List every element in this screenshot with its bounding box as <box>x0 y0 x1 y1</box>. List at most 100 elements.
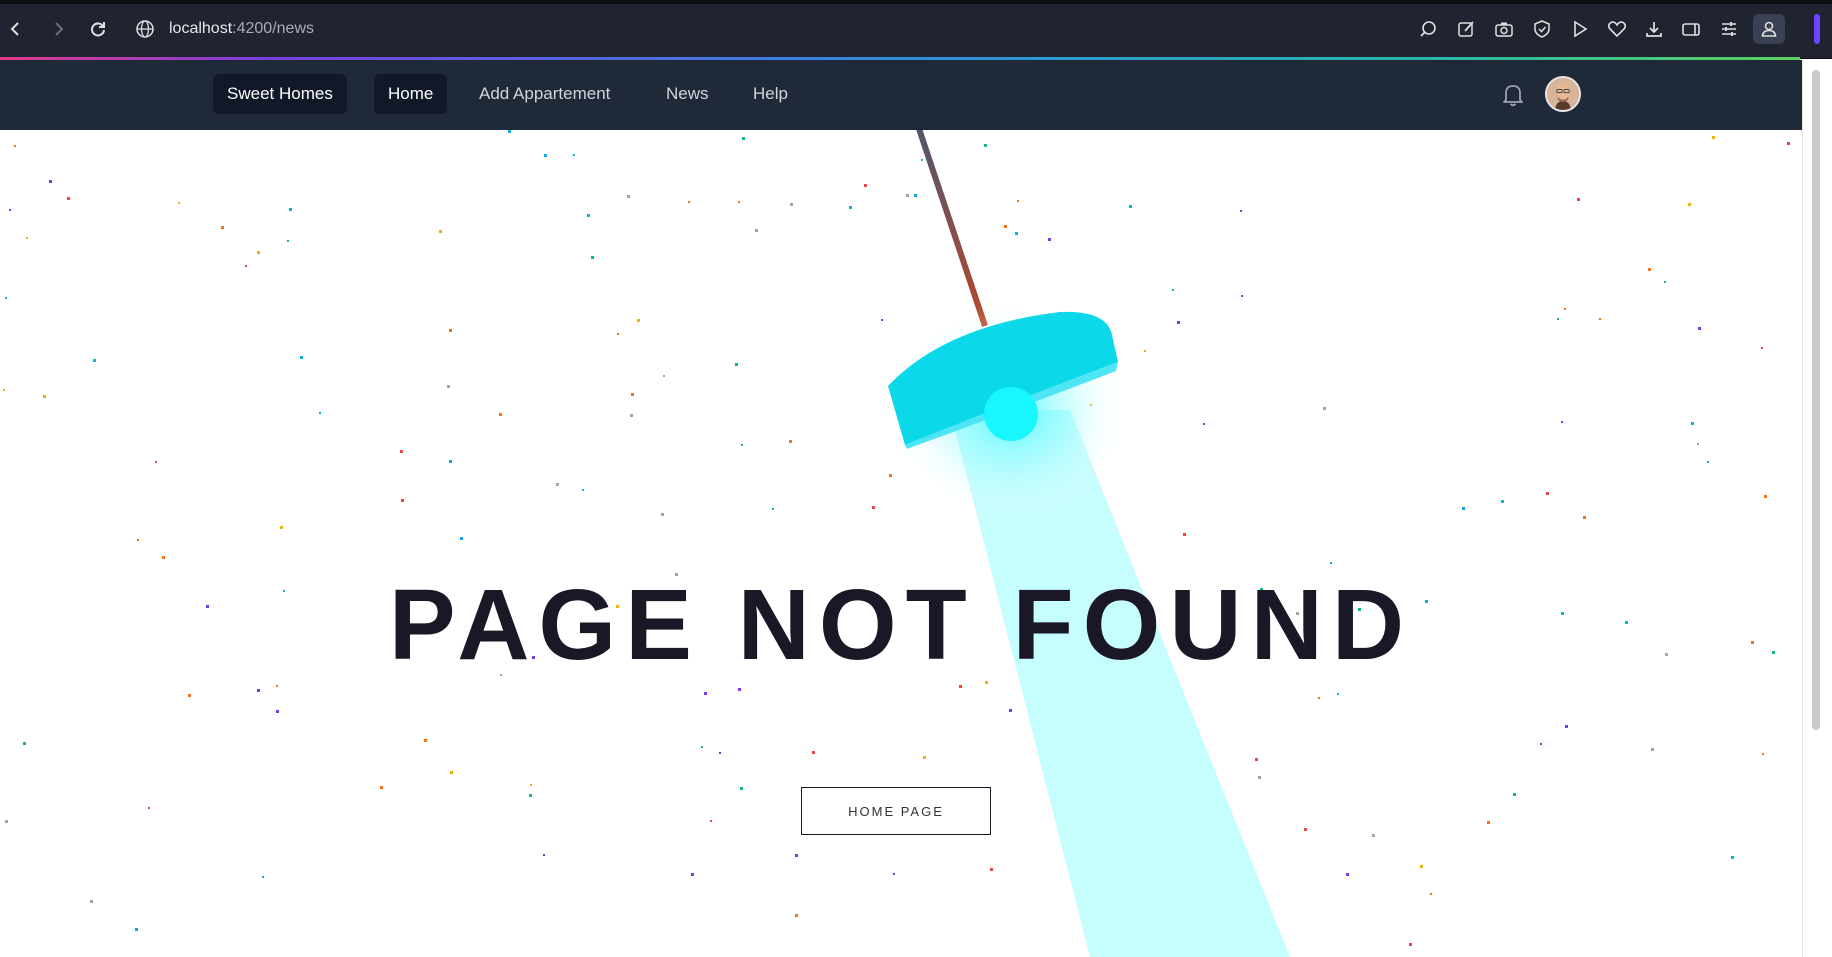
star-dot <box>1712 136 1715 139</box>
star-dot <box>627 195 630 198</box>
star-dot <box>812 751 815 754</box>
star-dot <box>691 873 694 876</box>
star-dot <box>188 694 191 697</box>
star-dot <box>556 483 559 486</box>
star-dot <box>587 214 590 217</box>
nav-link-news[interactable]: News <box>652 74 723 114</box>
star-dot <box>990 868 993 871</box>
star-dot <box>221 226 224 229</box>
scrollbar-thumb[interactable] <box>1812 70 1820 730</box>
page-not-found-heading: PAGE NOT FOUND <box>388 569 1414 681</box>
lamp-bulb <box>984 387 1038 441</box>
star-dot <box>137 539 139 541</box>
star-dot <box>1172 289 1174 291</box>
star-dot <box>67 197 70 200</box>
star-dot <box>719 752 721 754</box>
star-dot <box>450 771 453 774</box>
star-dot <box>1651 748 1654 751</box>
star-dot <box>1546 492 1549 495</box>
nav-link-add-appartement[interactable]: Add Appartement <box>465 74 624 114</box>
avatar[interactable] <box>1545 76 1581 112</box>
brand-link[interactable]: Sweet Homes <box>213 74 347 114</box>
star-dot <box>849 206 852 209</box>
star-dot <box>738 688 741 691</box>
star-dot <box>543 854 545 856</box>
star-dot <box>1691 422 1694 425</box>
star-dot <box>155 461 157 463</box>
back-button[interactable] <box>0 14 30 44</box>
star-dot <box>663 375 665 377</box>
star-dot <box>742 137 745 140</box>
star-dot <box>460 537 463 540</box>
star-dot <box>1323 407 1326 410</box>
shield-icon[interactable] <box>1528 15 1556 43</box>
star-dot <box>257 689 260 692</box>
star-dot <box>508 130 511 133</box>
star-dot <box>591 256 594 259</box>
star-dot <box>1707 461 1709 463</box>
star-dot <box>9 209 11 211</box>
star-dot <box>1420 865 1423 868</box>
page-scrollbar[interactable] <box>1802 60 1832 957</box>
app-navbar: Sweet Homes Home Add Appartement News He… <box>0 60 1802 130</box>
star-dot <box>530 784 532 786</box>
profile-icon[interactable] <box>1753 14 1785 44</box>
star-dot <box>1501 500 1504 503</box>
star-dot <box>914 194 917 197</box>
star-dot <box>1409 943 1412 946</box>
star-dot <box>795 854 798 857</box>
search-tab-icon[interactable] <box>1414 15 1442 43</box>
star-dot <box>701 746 703 748</box>
edit-icon[interactable] <box>1452 15 1480 43</box>
settings-sliders-icon[interactable] <box>1715 15 1743 43</box>
star-dot <box>582 489 584 491</box>
star-dot <box>1648 268 1651 271</box>
star-dot <box>1557 318 1559 320</box>
star-dot <box>1664 281 1666 283</box>
sidebar-panel-handle[interactable] <box>1814 14 1820 44</box>
star-dot <box>439 230 442 233</box>
star-dot <box>1565 725 1568 728</box>
star-dot <box>1144 350 1146 352</box>
heart-icon[interactable] <box>1603 15 1631 43</box>
star-dot <box>772 508 774 510</box>
bell-icon[interactable] <box>1498 79 1528 109</box>
forward-button[interactable] <box>44 14 74 44</box>
download-icon[interactable] <box>1640 15 1668 43</box>
star-dot <box>985 681 988 684</box>
chevron-right-icon <box>55 22 64 36</box>
star-dot <box>661 513 664 516</box>
reload-button[interactable] <box>83 14 113 44</box>
nav-link-home[interactable]: Home <box>374 74 448 114</box>
chevron-left-icon <box>10 22 19 36</box>
star-dot <box>135 928 138 931</box>
address-bar[interactable]: localhost:4200/news <box>169 18 314 40</box>
star-dot <box>1430 893 1432 895</box>
star-dot <box>1761 347 1763 349</box>
star-dot <box>1688 203 1691 206</box>
star-dot <box>889 474 892 477</box>
star-dot <box>573 154 575 156</box>
nav-link-help[interactable]: Help <box>739 74 802 114</box>
home-page-button[interactable]: HOME PAGE <box>801 787 991 835</box>
star-dot <box>893 873 895 875</box>
star-dot <box>1337 693 1339 695</box>
star-dot <box>1203 423 1205 425</box>
star-dot <box>401 499 404 502</box>
star-dot <box>881 319 883 321</box>
star-dot <box>864 184 867 187</box>
star-dot <box>1240 210 1242 212</box>
star-dot <box>1540 743 1542 745</box>
star-dot <box>3 389 5 391</box>
star-dot <box>710 820 712 822</box>
star-dot <box>1183 533 1186 536</box>
wallet-icon[interactable] <box>1677 15 1705 43</box>
play-icon[interactable] <box>1566 15 1594 43</box>
url-host: localhost <box>169 20 233 37</box>
star-dot <box>1015 232 1018 235</box>
star-dot <box>287 240 289 242</box>
star-dot <box>1330 562 1332 564</box>
star-dot <box>1583 516 1586 519</box>
star-dot <box>1129 205 1132 208</box>
camera-icon[interactable] <box>1490 15 1518 43</box>
